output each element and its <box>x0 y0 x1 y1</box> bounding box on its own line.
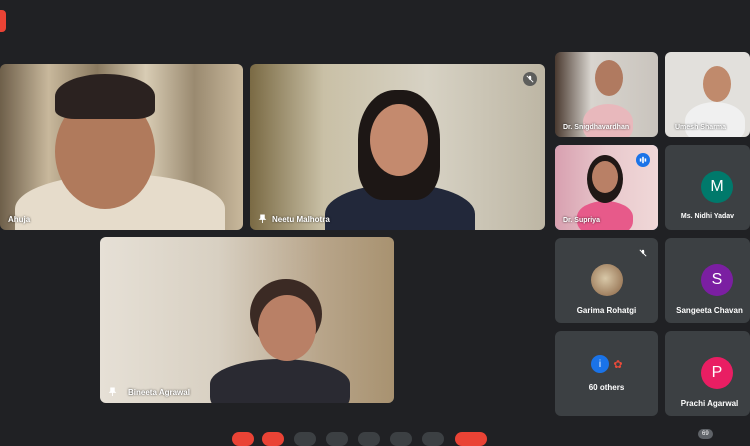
participant-head <box>595 60 623 96</box>
participant-name: Ahuja <box>8 215 31 224</box>
recording-indicator <box>0 10 6 32</box>
avatar-info-icon: i <box>591 355 609 373</box>
participant-name: Bineeta Agrawal <box>128 388 190 397</box>
participant-name: Dr. Supriya <box>563 217 600 224</box>
speaking-indicator-icon <box>636 153 650 167</box>
reactions-button[interactable] <box>422 432 444 446</box>
participant-name: Umesh Sharma <box>675 124 726 131</box>
raise-hand-button[interactable] <box>326 432 348 446</box>
participant-figure <box>583 104 633 137</box>
video-tile-sangeeta-chavan[interactable]: S Sangeeta Chavan <box>665 238 750 323</box>
participant-name: Sangeeta Chavan <box>676 306 743 315</box>
captions-button[interactable] <box>294 432 316 446</box>
mic-muted-icon <box>636 246 650 260</box>
video-tile-bineeta-agrawal[interactable]: Bineeta Agrawal <box>100 237 394 403</box>
present-button[interactable] <box>358 432 380 446</box>
participant-name: Neetu Malhotra <box>272 215 330 224</box>
video-tile-neetu-malhotra[interactable]: Neetu Malhotra <box>250 64 545 230</box>
participant-head <box>592 161 618 193</box>
participant-figure <box>685 102 745 137</box>
avatar: P <box>701 357 733 389</box>
mic-muted-icon <box>523 72 537 86</box>
participant-name: Dr. Snigdhavardhan <box>563 124 630 131</box>
video-tile-ahuja[interactable]: Ahuja <box>0 64 243 230</box>
others-count-label: 60 others <box>588 383 625 392</box>
avatar: M <box>701 171 733 203</box>
video-tile-prachi-agarwal[interactable]: P Prachi Agarwal <box>665 331 750 416</box>
participant-count-badge[interactable]: 69 <box>698 429 713 439</box>
avatar-flower-icon: ✿ <box>613 358 623 371</box>
participant-count: 69 <box>702 431 709 437</box>
participant-figure <box>210 359 350 403</box>
participant-head <box>258 295 316 361</box>
leave-call-button[interactable] <box>455 432 487 446</box>
participant-name: Garima Rohatgi <box>576 306 637 315</box>
mic-button[interactable] <box>232 432 254 446</box>
participant-head <box>370 104 428 176</box>
participant-hair <box>55 74 155 119</box>
video-tile-umesh[interactable]: Umesh Sharma <box>665 52 750 137</box>
camera-button[interactable] <box>262 432 284 446</box>
participant-head <box>703 66 731 102</box>
video-tile-dr-supriya[interactable]: Dr. Supriya <box>555 145 658 230</box>
avatar: S <box>701 264 733 296</box>
video-tile-nidhi-yadav[interactable]: M Ms. Nidhi Yadav <box>665 145 750 230</box>
video-tile-dr-snigdhavardhan[interactable]: Dr. Snigdhavardhan <box>555 52 658 137</box>
participant-figure <box>577 201 633 230</box>
video-tile-others[interactable]: i ✿ 60 others <box>555 331 658 416</box>
pin-icon[interactable] <box>108 387 117 396</box>
participant-name: Prachi Agarwal <box>680 399 739 408</box>
avatar <box>591 264 623 296</box>
video-tile-garima-rohatgi[interactable]: Garima Rohatgi <box>555 238 658 323</box>
more-options-button[interactable] <box>390 432 412 446</box>
participant-name: Ms. Nidhi Yadav <box>680 213 735 220</box>
pin-icon[interactable] <box>258 214 267 223</box>
